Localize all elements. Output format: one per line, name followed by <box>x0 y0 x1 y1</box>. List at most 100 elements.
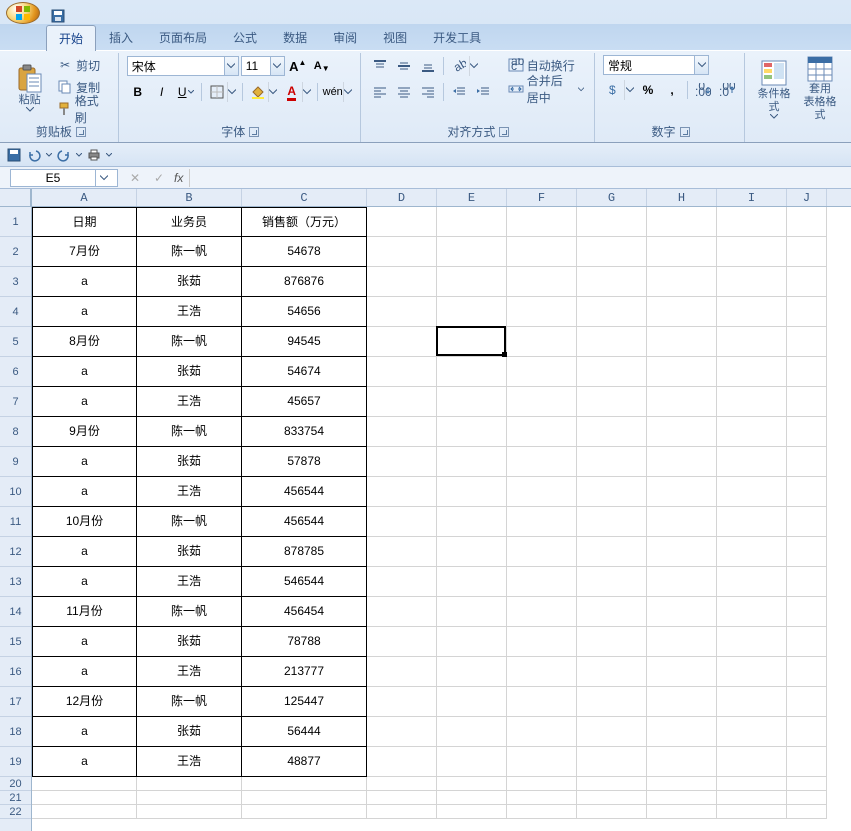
font-size-combo[interactable] <box>241 56 285 76</box>
formula-input[interactable] <box>189 169 851 187</box>
cell-A19[interactable]: a <box>32 747 137 777</box>
cell-F3[interactable] <box>507 267 577 297</box>
cell-C16[interactable]: 213777 <box>242 657 367 687</box>
cell-A16[interactable]: a <box>32 657 137 687</box>
row-header-6[interactable]: 6 <box>0 357 31 387</box>
cell-D10[interactable] <box>367 477 437 507</box>
cell-D4[interactable] <box>367 297 437 327</box>
cell-A1[interactable]: 日期 <box>32 207 137 237</box>
cell-J20[interactable] <box>787 777 827 791</box>
cell-F14[interactable] <box>507 597 577 627</box>
cell-C20[interactable] <box>242 777 367 791</box>
cell-J3[interactable] <box>787 267 827 297</box>
percent-button[interactable]: % <box>637 79 659 101</box>
row-header-21[interactable]: 21 <box>0 791 31 805</box>
col-header-E[interactable]: E <box>437 189 507 206</box>
cell-C21[interactable] <box>242 791 367 805</box>
cell-E3[interactable] <box>437 267 507 297</box>
cell-J2[interactable] <box>787 237 827 267</box>
chevron-down-icon[interactable] <box>270 57 284 75</box>
cell-I11[interactable] <box>717 507 787 537</box>
cell-J9[interactable] <box>787 447 827 477</box>
col-header-F[interactable]: F <box>507 189 577 206</box>
font-name-combo[interactable] <box>127 56 239 76</box>
cell-A11[interactable]: 10月份 <box>32 507 137 537</box>
cell-H8[interactable] <box>647 417 717 447</box>
row-header-14[interactable]: 14 <box>0 597 31 627</box>
row-header-2[interactable]: 2 <box>0 237 31 267</box>
cell-A13[interactable]: a <box>32 567 137 597</box>
cell-F10[interactable] <box>507 477 577 507</box>
cell-G11[interactable] <box>577 507 647 537</box>
cell-B20[interactable] <box>137 777 242 791</box>
cell-G5[interactable] <box>577 327 647 357</box>
row-header-4[interactable]: 4 <box>0 297 31 327</box>
cell-C9[interactable]: 57878 <box>242 447 367 477</box>
cell-G20[interactable] <box>577 777 647 791</box>
cell-H16[interactable] <box>647 657 717 687</box>
cell-E7[interactable] <box>437 387 507 417</box>
chevron-down-icon[interactable] <box>224 57 238 75</box>
tab-developer[interactable]: 开发工具 <box>420 24 494 50</box>
cell-D18[interactable] <box>367 717 437 747</box>
tab-layout[interactable]: 页面布局 <box>146 24 220 50</box>
col-header-B[interactable]: B <box>137 189 242 206</box>
cell-B7[interactable]: 王浩 <box>137 387 242 417</box>
cell-B5[interactable]: 陈一帆 <box>137 327 242 357</box>
redo-icon[interactable] <box>56 147 72 163</box>
cell-I22[interactable] <box>717 805 787 819</box>
cell-C10[interactable]: 456544 <box>242 477 367 507</box>
format-as-table-button[interactable]: 套用 表格格式 <box>799 55 841 121</box>
cell-I10[interactable] <box>717 477 787 507</box>
font-color-button[interactable]: A <box>281 81 313 103</box>
cell-I3[interactable] <box>717 267 787 297</box>
row-header-16[interactable]: 16 <box>0 657 31 687</box>
cell-E22[interactable] <box>437 805 507 819</box>
orientation-button[interactable]: ab <box>448 55 480 77</box>
col-header-G[interactable]: G <box>577 189 647 206</box>
number-format-combo[interactable] <box>603 55 709 75</box>
row-header-8[interactable]: 8 <box>0 417 31 447</box>
cell-F5[interactable] <box>507 327 577 357</box>
bold-button[interactable]: B <box>127 81 149 103</box>
cell-D11[interactable] <box>367 507 437 537</box>
cell-G17[interactable] <box>577 687 647 717</box>
cell-H13[interactable] <box>647 567 717 597</box>
row-header-5[interactable]: 5 <box>0 327 31 357</box>
comma-button[interactable]: , <box>661 79 683 101</box>
chevron-down-icon[interactable] <box>76 153 82 157</box>
row-header-11[interactable]: 11 <box>0 507 31 537</box>
cell-E13[interactable] <box>437 567 507 597</box>
cell-H18[interactable] <box>647 717 717 747</box>
cell-J11[interactable] <box>787 507 827 537</box>
merge-center-button[interactable]: 合并后居中 <box>504 79 588 99</box>
italic-button[interactable]: I <box>151 81 173 103</box>
cell-H1[interactable] <box>647 207 717 237</box>
cell-C17[interactable]: 125447 <box>242 687 367 717</box>
cell-B4[interactable]: 王浩 <box>137 297 242 327</box>
cell-F19[interactable] <box>507 747 577 777</box>
row-header-1[interactable]: 1 <box>0 207 31 237</box>
enter-icon[interactable]: ✓ <box>150 170 168 186</box>
clipboard-launcher[interactable] <box>76 127 86 137</box>
cell-B12[interactable]: 张茹 <box>137 537 242 567</box>
cell-A20[interactable] <box>32 777 137 791</box>
cell-A3[interactable]: a <box>32 267 137 297</box>
cell-C13[interactable]: 546544 <box>242 567 367 597</box>
cell-G3[interactable] <box>577 267 647 297</box>
cell-A9[interactable]: a <box>32 447 137 477</box>
save-icon[interactable] <box>6 147 22 163</box>
cell-G7[interactable] <box>577 387 647 417</box>
cell-C14[interactable]: 456454 <box>242 597 367 627</box>
cell-G14[interactable] <box>577 597 647 627</box>
cell-H17[interactable] <box>647 687 717 717</box>
col-header-I[interactable]: I <box>717 189 787 206</box>
cell-D14[interactable] <box>367 597 437 627</box>
tab-home[interactable]: 开始 <box>46 25 96 51</box>
cell-J14[interactable] <box>787 597 827 627</box>
cell-H2[interactable] <box>647 237 717 267</box>
row-header-13[interactable]: 13 <box>0 567 31 597</box>
cell-E11[interactable] <box>437 507 507 537</box>
cell-E16[interactable] <box>437 657 507 687</box>
cell-I9[interactable] <box>717 447 787 477</box>
